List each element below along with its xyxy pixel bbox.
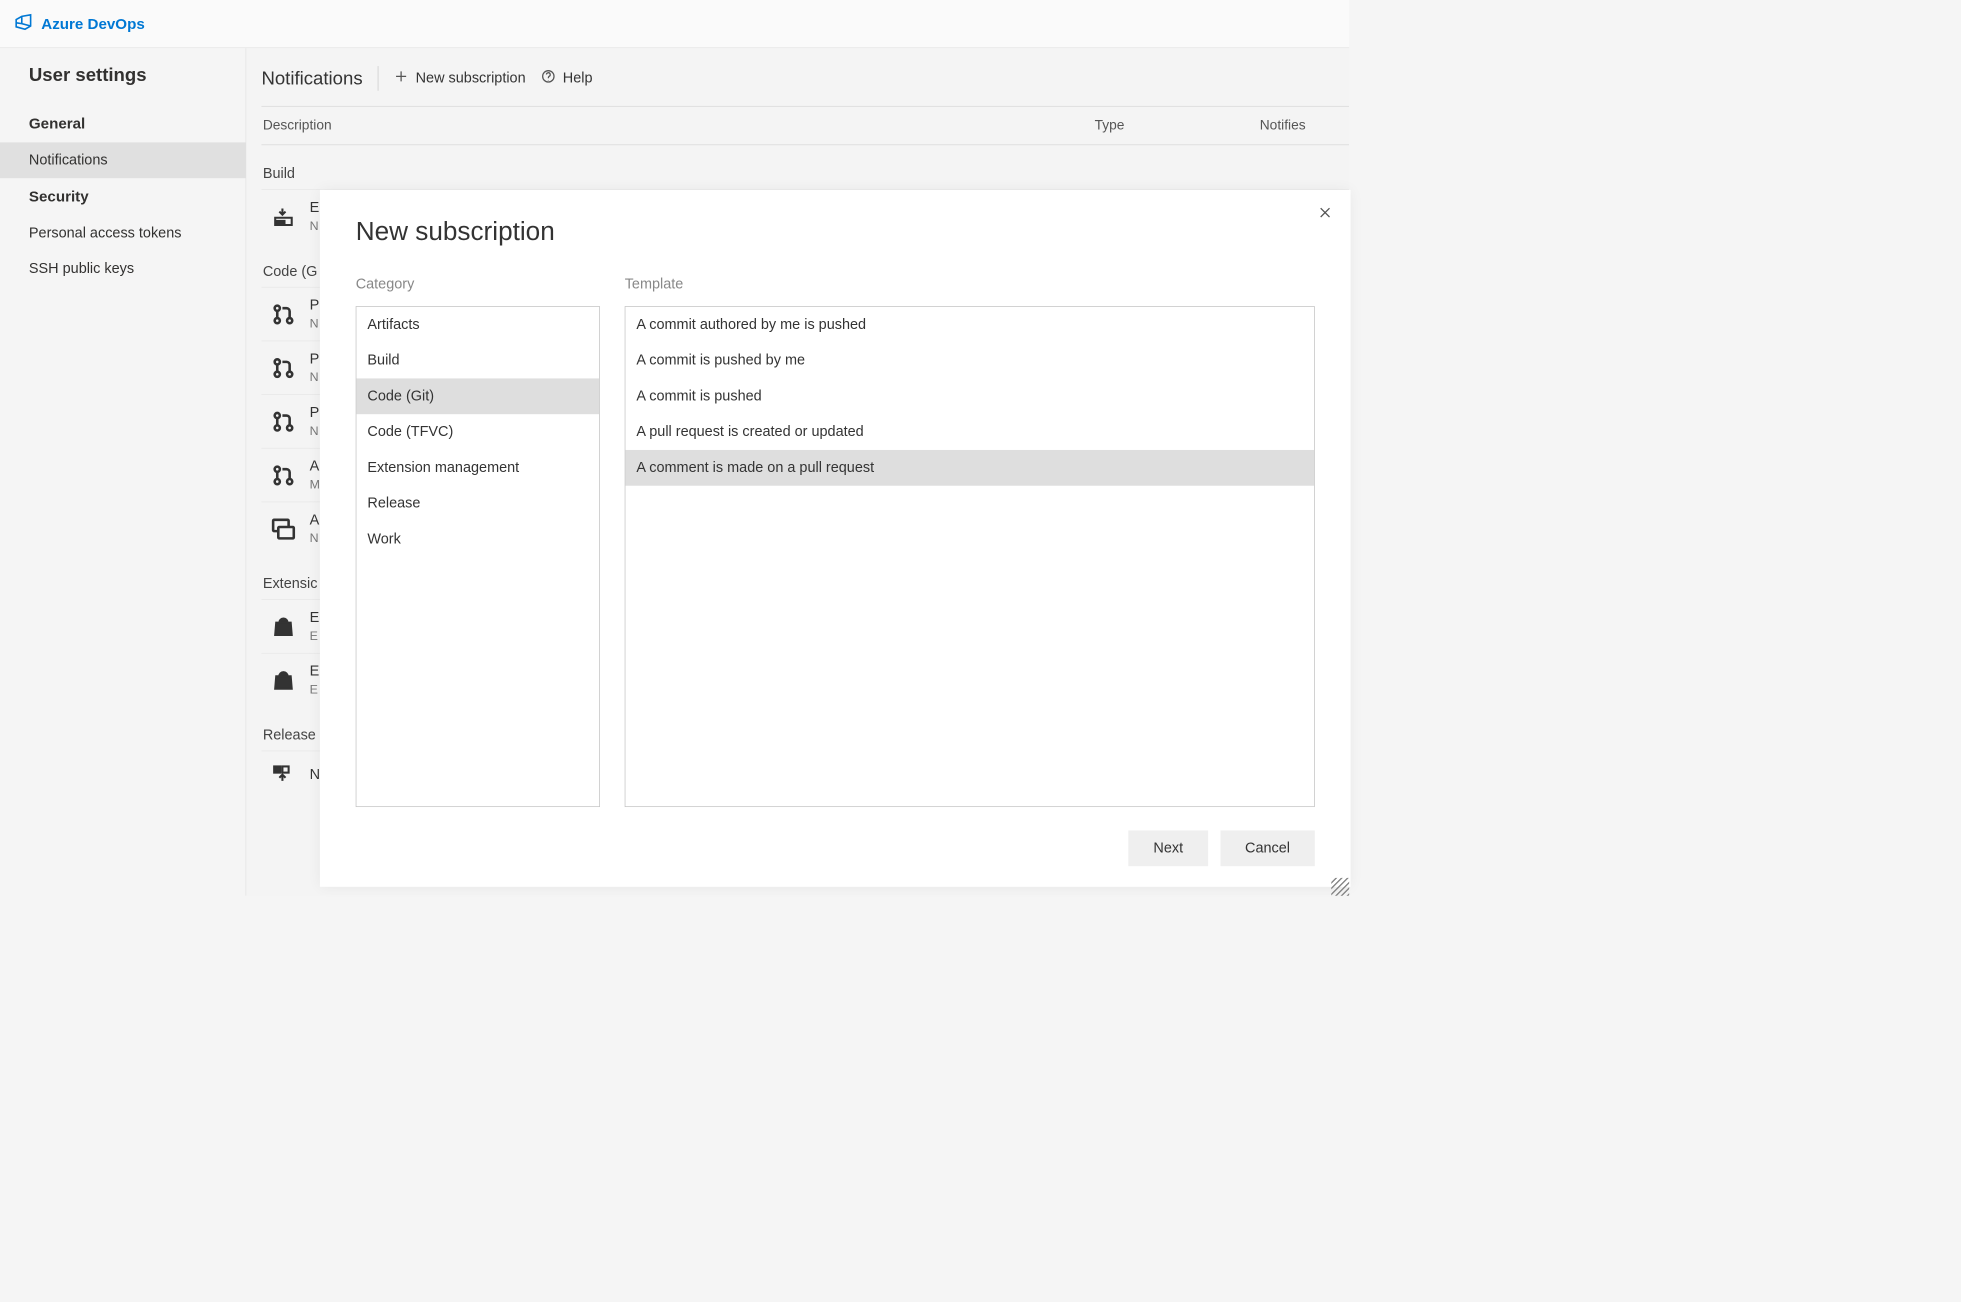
build-icon (270, 203, 298, 231)
sidebar-item-notifications[interactable]: Notifications (0, 142, 246, 178)
row-sub: M (310, 477, 320, 491)
page-header: Notifications New subscription Help (261, 48, 1349, 106)
release-icon (270, 761, 298, 789)
sidebar: User settings General Notifications Secu… (0, 48, 246, 896)
category-item-artifacts[interactable]: Artifacts (356, 307, 599, 343)
category-column: Category Artifacts Build Code (Git) Code… (356, 276, 600, 807)
template-item[interactable]: A comment is made on a pull request (625, 450, 1314, 486)
sidebar-item-pat[interactable]: Personal access tokens (0, 215, 246, 251)
modal-title: New subscription (356, 217, 1315, 247)
template-listbox: A commit authored by me is pushed A comm… (625, 306, 1315, 807)
row-sub: E (310, 682, 320, 696)
pull-request-icon (270, 300, 298, 328)
row-main: A (310, 458, 320, 475)
col-description[interactable]: Description (261, 118, 1094, 134)
bag-icon (270, 666, 298, 694)
category-item-release[interactable]: Release (356, 486, 599, 522)
category-item-code-tfvc[interactable]: Code (TFVC) (356, 414, 599, 450)
row-sub: N (310, 424, 320, 438)
row-sub: N (310, 531, 320, 545)
template-column: Template A commit authored by me is push… (625, 276, 1315, 807)
close-button[interactable] (1318, 205, 1333, 224)
new-subscription-button[interactable]: New subscription (394, 69, 526, 88)
template-item[interactable]: A commit authored by me is pushed (625, 307, 1314, 343)
sidebar-section-security[interactable]: Security (0, 178, 246, 215)
row-sub: N (310, 370, 320, 384)
resize-handle[interactable] (1331, 878, 1349, 896)
col-type[interactable]: Type (1095, 118, 1260, 134)
row-main: A (310, 512, 320, 529)
section-build: Build (261, 145, 1349, 189)
pull-request-icon (270, 461, 298, 489)
toolbar-divider (378, 66, 379, 91)
plus-icon (394, 69, 409, 88)
category-item-code-git[interactable]: Code (Git) (356, 378, 599, 414)
template-label: Template (625, 276, 1315, 293)
row-main: N (310, 766, 320, 783)
sidebar-item-ssh[interactable]: SSH public keys (0, 251, 246, 287)
comment-icon (270, 515, 298, 543)
row-main: E (310, 200, 320, 217)
brand[interactable]: Azure DevOps (14, 12, 145, 35)
sidebar-title: User settings (0, 65, 246, 106)
help-label: Help (563, 70, 593, 87)
brand-name: Azure DevOps (41, 15, 144, 33)
new-subscription-dialog: New subscription Category Artifacts Buil… (320, 190, 1351, 887)
pull-request-icon (270, 408, 298, 436)
template-item[interactable]: A commit is pushed (625, 378, 1314, 414)
new-subscription-label: New subscription (416, 70, 526, 87)
sidebar-section-general[interactable]: General (0, 105, 246, 142)
category-item-work[interactable]: Work (356, 522, 599, 558)
category-item-extension[interactable]: Extension management (356, 450, 599, 486)
pull-request-icon (270, 354, 298, 382)
template-item[interactable]: A pull request is created or updated (625, 414, 1314, 450)
bag-icon (270, 613, 298, 641)
row-main: E (310, 610, 320, 627)
row-sub: E (310, 629, 320, 643)
template-item[interactable]: A commit is pushed by me (625, 343, 1314, 379)
help-icon (541, 69, 556, 88)
row-sub: N (310, 316, 320, 330)
page-title: Notifications (261, 68, 362, 89)
top-header: Azure DevOps (0, 0, 1349, 48)
category-item-build[interactable]: Build (356, 343, 599, 379)
table-header: Description Type Notifies (261, 106, 1349, 145)
row-main: P (310, 405, 320, 422)
next-button[interactable]: Next (1129, 830, 1208, 866)
category-label: Category (356, 276, 600, 293)
modal-footer: Next Cancel (356, 807, 1315, 866)
help-button[interactable]: Help (541, 69, 593, 88)
row-main: P (310, 351, 320, 368)
azure-devops-logo-icon (14, 12, 33, 35)
col-notifies[interactable]: Notifies (1260, 118, 1349, 134)
cancel-button[interactable]: Cancel (1220, 830, 1315, 866)
row-sub: N (310, 219, 320, 233)
category-listbox: Artifacts Build Code (Git) Code (TFVC) E… (356, 306, 600, 807)
row-main: P (310, 297, 320, 314)
row-main: E (310, 663, 320, 680)
